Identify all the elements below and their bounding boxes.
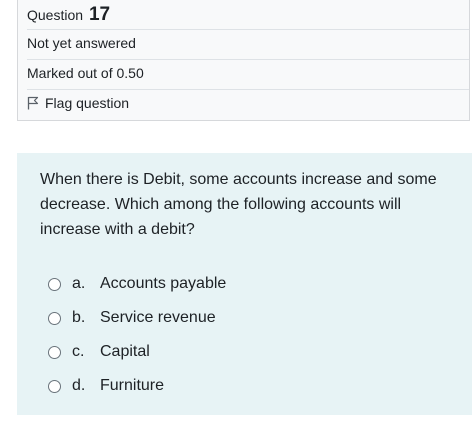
question-text: When there is Debit, some accounts incre…: [40, 171, 437, 238]
question-info-panel: Question 17 Not yet answered Marked out …: [17, 0, 470, 121]
flag-question-label: Flag question: [45, 95, 130, 111]
option-text: Furniture: [100, 377, 165, 394]
radio-unchecked-icon[interactable]: [48, 379, 61, 393]
option-text: Service revenue: [100, 309, 216, 326]
option-letter: d.: [72, 377, 86, 394]
question-content-panel: When there is Debit, some accounts incre…: [17, 153, 472, 415]
info-divider: [27, 89, 469, 90]
option-letter: b.: [72, 309, 86, 326]
option-text: Accounts payable: [100, 275, 227, 292]
question-status: Not yet answered: [27, 35, 136, 51]
question-marks: Marked out of 0.50: [27, 65, 144, 81]
option-letter: a.: [72, 275, 86, 292]
info-divider: [27, 59, 469, 60]
answer-option-c[interactable]: c. Capital: [48, 335, 226, 369]
radio-unchecked-icon[interactable]: [48, 311, 61, 325]
question-label: Question: [27, 7, 84, 23]
info-divider: [27, 29, 469, 30]
question-number: 17: [88, 4, 111, 25]
flag-question-link[interactable]: Flag question: [27, 94, 469, 112]
question-number-heading: Question 17: [27, 4, 469, 25]
radio-unchecked-icon[interactable]: [48, 345, 61, 359]
option-text: Capital: [100, 343, 150, 360]
flag-icon: [27, 96, 39, 110]
answer-options: a. Accounts payable b. Service revenue c…: [48, 267, 226, 403]
answer-option-b[interactable]: b. Service revenue: [48, 301, 226, 335]
answer-option-a[interactable]: a. Accounts payable: [48, 267, 226, 301]
radio-unchecked-icon[interactable]: [48, 277, 61, 291]
answer-option-d[interactable]: d. Furniture: [48, 369, 226, 403]
option-letter: c.: [72, 343, 85, 360]
